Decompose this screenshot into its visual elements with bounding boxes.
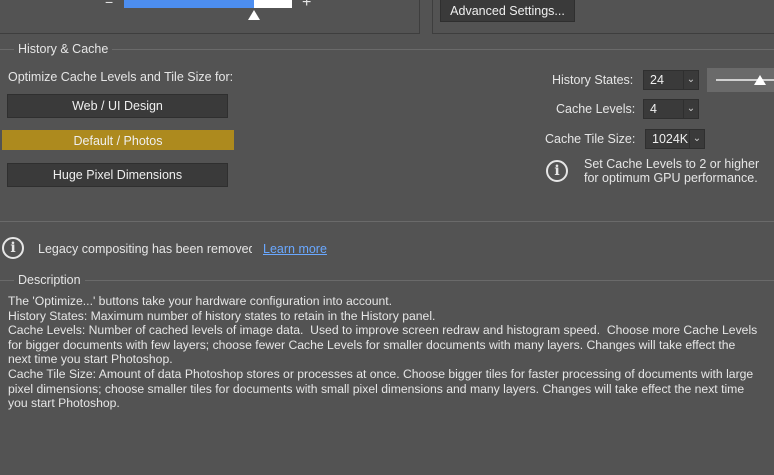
- memory-slider-fill: [124, 0, 254, 8]
- cache-levels-value: 4: [650, 102, 657, 116]
- huge-pixel-dimensions-button[interactable]: Huge Pixel Dimensions: [7, 163, 228, 187]
- legacy-divider-top: [0, 221, 774, 222]
- history-states-slider-thumb[interactable]: [754, 75, 766, 85]
- memory-slider-thumb[interactable]: [248, 10, 260, 20]
- description-title: Description: [14, 273, 85, 287]
- gpu-tip-line-2: for optimum GPU performance.: [584, 171, 758, 185]
- info-circle-icon: i: [2, 237, 24, 259]
- default-photos-button[interactable]: Default / Photos: [2, 130, 234, 150]
- history-cache-title: History & Cache: [14, 42, 113, 56]
- description-line: pixel dimensions; choose smaller tiles f…: [8, 381, 745, 396]
- advanced-settings-button[interactable]: Advanced Settings...: [440, 0, 575, 22]
- description-line: History States: Maximum number of histor…: [8, 308, 436, 323]
- cache-tile-size-value: 1024K: [652, 132, 689, 146]
- web-ui-design-button[interactable]: Web / UI Design: [7, 94, 228, 118]
- description-line: The 'Optimize...' buttons take your hard…: [8, 294, 393, 308]
- description-divider: [0, 280, 774, 281]
- description-line: for bigger documents with few layers; ch…: [8, 337, 736, 352]
- cache-levels-select[interactable]: 4 ⌄: [643, 99, 699, 119]
- history-cache-divider: [0, 49, 774, 50]
- slider-plus-icon: +: [302, 0, 312, 11]
- chevron-down-icon[interactable]: ⌄: [689, 130, 704, 148]
- slider-minus-icon: −: [105, 0, 114, 10]
- description-line: next time you start Photoshop.: [8, 352, 173, 367]
- learn-more-link[interactable]: Learn more: [263, 242, 327, 256]
- description-text: The 'Optimize...' buttons take your hard…: [8, 294, 768, 411]
- info-circle-icon: i: [546, 160, 568, 182]
- optimize-label: Optimize Cache Levels and Tile Size for:: [8, 70, 234, 84]
- description-line: Cache Tile Size: Amount of data Photosho…: [8, 366, 754, 381]
- history-states-input[interactable]: 24 ⌄: [643, 70, 699, 90]
- cache-tile-size-select[interactable]: 1024K ⌄: [645, 129, 705, 149]
- history-states-value: 24: [650, 73, 664, 87]
- gpu-tip-line-1: Set Cache Levels to 2 or higher: [584, 157, 760, 171]
- cache-levels-label: Cache Levels:: [556, 102, 636, 116]
- history-states-label: History States:: [552, 73, 634, 87]
- chevron-down-icon[interactable]: ⌄: [683, 100, 698, 118]
- description-line: Cache Levels: Number of cached levels of…: [8, 323, 758, 338]
- description-line: you start Photoshop.: [8, 396, 120, 411]
- legacy-compositing-message: Legacy compositing has been removed: [38, 242, 252, 256]
- chevron-down-icon[interactable]: ⌄: [683, 71, 698, 89]
- cache-tile-size-label: Cache Tile Size:: [545, 132, 636, 146]
